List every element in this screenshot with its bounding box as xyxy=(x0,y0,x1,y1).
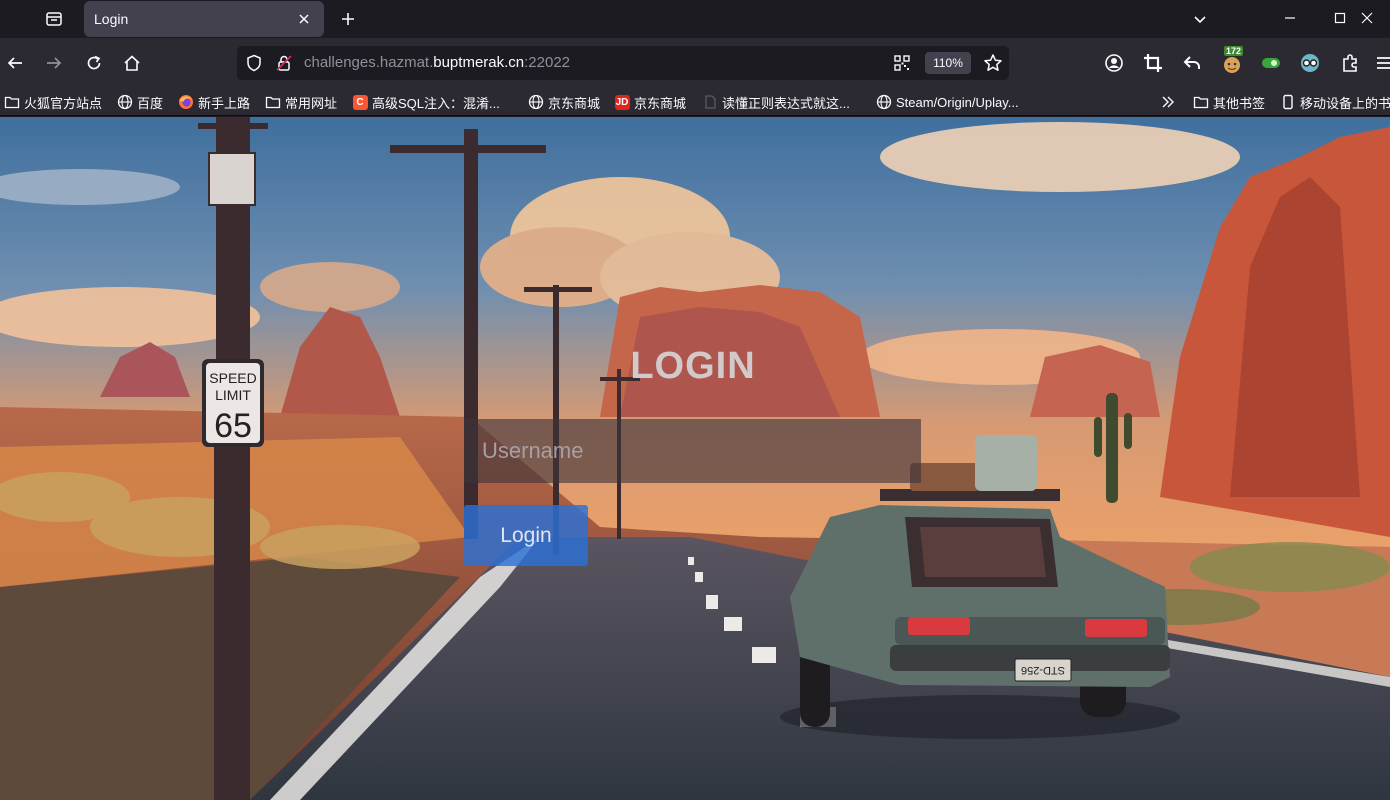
home-button[interactable] xyxy=(118,49,146,77)
url-host: buptmerak.cn xyxy=(433,54,525,71)
account-icon xyxy=(1105,54,1123,72)
chevron-double-right-icon xyxy=(1160,94,1176,110)
speed-sign-value: 65 xyxy=(214,407,252,445)
bookmark-item[interactable]: Steam/Origin/Uplay... xyxy=(876,91,1019,113)
bookmark-label: 新手上路 xyxy=(198,95,251,111)
firefox-icon xyxy=(178,94,194,110)
undo-close-tab-button[interactable] xyxy=(1178,49,1206,77)
url-port: :22022 xyxy=(524,54,571,71)
bookmark-label: 高级SQL注入：混淆... xyxy=(372,95,500,111)
mobile-bookmarks-folder[interactable]: 移动设备上的书签 xyxy=(1280,91,1390,113)
tab-strip: Login xyxy=(0,0,1390,38)
bookmark-item[interactable]: 新手上路 xyxy=(178,91,250,113)
folder-icon xyxy=(265,94,281,110)
minimize-button[interactable] xyxy=(1267,0,1313,36)
bookmark-label: 其他书签 xyxy=(1213,95,1266,111)
bookmark-item[interactable]: 火狐官方站点 xyxy=(4,91,102,113)
crop-icon xyxy=(1144,54,1162,72)
tab-login[interactable]: Login xyxy=(84,1,324,37)
page-icon xyxy=(702,94,718,110)
app-menu-button[interactable] xyxy=(1374,49,1390,77)
login-heading: LOGIN xyxy=(630,345,756,387)
bookmark-label: 常用网址 xyxy=(285,95,338,111)
globe-icon xyxy=(117,94,133,110)
bookmark-label: 移动设备上的书签 xyxy=(1300,95,1390,111)
extensions-button[interactable] xyxy=(1336,49,1364,77)
navigation-toolbar: challenges.hazmat.buptmerak.cn:22022 110… xyxy=(0,38,1390,88)
login-button[interactable]: Login xyxy=(464,505,588,566)
tracking-protection-shield-icon[interactable] xyxy=(243,52,265,74)
speed-sign-line2: LIMIT xyxy=(215,387,251,403)
home-icon xyxy=(124,55,140,71)
bookmark-item[interactable]: JD 京东商城 xyxy=(614,91,686,113)
folder-icon xyxy=(1193,94,1209,110)
folder-icon xyxy=(4,94,20,110)
bookmark-label: Steam/Origin/Uplay... xyxy=(896,94,1019,110)
back-button[interactable] xyxy=(1,49,29,77)
zoom-reset-button[interactable]: 110% xyxy=(925,52,971,74)
reload-icon xyxy=(87,55,101,70)
address-bar[interactable]: challenges.hazmat.buptmerak.cn:22022 110… xyxy=(237,46,1009,80)
minimize-icon xyxy=(1285,17,1295,19)
jd-icon: JD xyxy=(614,94,630,110)
window-close-button[interactable] xyxy=(1344,0,1390,36)
bookmarks-overflow-button[interactable] xyxy=(1160,91,1180,113)
bookmark-item[interactable]: 读懂正则表达式就这... xyxy=(702,91,850,113)
firefox-view-button[interactable] xyxy=(38,5,70,33)
new-tab-button[interactable] xyxy=(334,5,362,33)
bookmark-item[interactable]: C 高级SQL注入：混淆... xyxy=(352,91,500,113)
extension-green-button[interactable] xyxy=(1257,49,1285,77)
mobile-icon xyxy=(1280,94,1296,110)
globe-icon xyxy=(876,94,892,110)
qr-code-icon[interactable] xyxy=(891,52,913,74)
globe-icon xyxy=(528,94,544,110)
username-input[interactable] xyxy=(464,419,921,483)
close-icon xyxy=(1361,12,1373,24)
hamburger-menu-icon xyxy=(1377,57,1390,69)
puzzle-icon xyxy=(1343,54,1357,72)
account-button[interactable] xyxy=(1100,49,1128,77)
bookmark-label: 百度 xyxy=(137,95,164,111)
reload-button[interactable] xyxy=(80,49,108,77)
bookmark-item[interactable]: 常用网址 xyxy=(265,91,337,113)
bookmarks-toolbar: 火狐官方站点 百度 新手上路 常用网址 C 高级SQL注入：混淆... 京东商城… xyxy=(0,88,1390,116)
bookmark-label: 火狐官方站点 xyxy=(24,95,103,111)
speed-limit-sign: SPEED LIMIT 65 xyxy=(202,359,264,447)
insecure-lock-icon[interactable] xyxy=(273,52,295,74)
chevron-down-icon xyxy=(1194,16,1206,24)
utility-box xyxy=(208,152,256,206)
arrow-left-icon xyxy=(7,57,22,69)
bookmark-label: 读懂正则表达式就这... xyxy=(722,95,850,111)
csdn-icon: C xyxy=(352,94,368,110)
bookmark-item[interactable]: 百度 xyxy=(117,91,163,113)
glasses-icon xyxy=(1301,54,1319,72)
page-viewport: SPEED LIMIT 65 STD-256 LOGIN Login xyxy=(0,117,1390,800)
extension-green-icon xyxy=(1262,58,1280,68)
bookmark-item[interactable]: 京东商城 xyxy=(528,91,600,113)
list-all-tabs-button[interactable] xyxy=(1186,5,1214,33)
firefox-view-icon xyxy=(46,12,62,26)
arrow-right-icon xyxy=(47,57,62,69)
plus-icon xyxy=(342,13,354,25)
other-bookmarks-folder[interactable]: 其他书签 xyxy=(1193,91,1265,113)
extension-glasses-button[interactable] xyxy=(1296,49,1324,77)
url-subdomain: challenges.hazmat. xyxy=(304,54,434,71)
undo-icon xyxy=(1183,56,1200,69)
tab-close-button[interactable] xyxy=(294,9,314,29)
screenshot-crop-button[interactable] xyxy=(1139,49,1167,77)
forward-button[interactable] xyxy=(40,49,68,77)
speed-sign-line1: SPEED xyxy=(209,370,256,386)
bookmark-star-icon[interactable] xyxy=(982,52,1004,74)
bookmark-label: 京东商城 xyxy=(548,95,601,111)
url-text[interactable]: challenges.hazmat.buptmerak.cn:22022 xyxy=(304,54,570,71)
tab-title: Login xyxy=(94,11,129,27)
extension-tampermonkey-button[interactable]: 172 xyxy=(1218,46,1246,77)
extension-badge: 172 xyxy=(1224,46,1244,56)
close-icon xyxy=(299,14,309,24)
license-plate: STD-256 xyxy=(1021,664,1065,676)
bookmark-label: 京东商城 xyxy=(634,95,687,111)
